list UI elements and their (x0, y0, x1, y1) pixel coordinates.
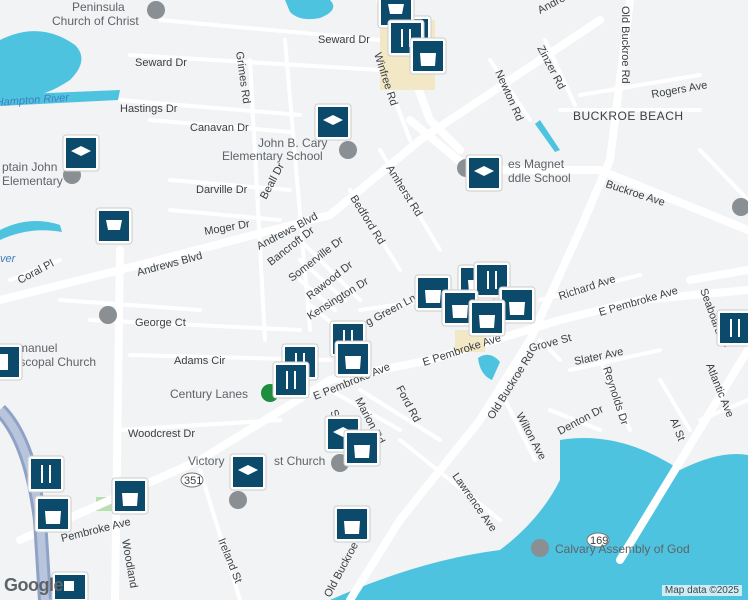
road-label-woodcrest: Woodcrest Dr (128, 428, 195, 440)
road-label-darville: Darville Dr (196, 184, 248, 196)
map-pin-restaurant-icon[interactable] (272, 361, 310, 399)
map-pin-school-icon[interactable] (229, 453, 267, 491)
route-shield-351: 351 (180, 472, 204, 488)
map-attribution: Map data ©2025 (661, 585, 742, 596)
map-pin-shopping-icon[interactable] (409, 37, 447, 75)
place-label-century-lanes: Century Lanes (170, 387, 248, 401)
place-label-peninsula-2: Church of Christ (52, 14, 139, 28)
map-pin-shopping-icon[interactable] (34, 495, 72, 533)
place-label-victory-1: Victory (188, 454, 224, 468)
school-icon-victory (229, 491, 247, 509)
church-icon-peninsula (147, 1, 165, 19)
place-label-jones-magnet-2: ddle School (508, 171, 571, 185)
map-pin-school-icon[interactable] (465, 154, 503, 192)
map-pin-building-icon[interactable] (0, 343, 23, 381)
place-label-john-b-cary-2: Elementary School (222, 149, 323, 163)
map-pin-shopping-icon[interactable] (333, 505, 371, 543)
svg-text:351: 351 (184, 475, 202, 487)
water-label-river-left: ver (0, 253, 17, 265)
map-pin-restaurant-icon[interactable] (27, 455, 65, 493)
road-label-george: George Ct (135, 317, 186, 329)
map-canvas[interactable]: Andrews Blvd Old Buckroe Rd Seward Dr Se… (0, 0, 748, 600)
place-label-captain-john-2: Elementary (2, 174, 63, 188)
map-pin-grocery-icon[interactable] (95, 207, 133, 245)
map-pin-school-icon[interactable] (62, 134, 100, 172)
map-pin-shopping-icon[interactable] (334, 340, 372, 378)
road-label-seward: Seward Dr (318, 34, 370, 46)
place-label-captain-john-1: ptain John (2, 160, 57, 174)
place-label-victory-2: st Church (274, 454, 325, 468)
place-label-calvary: Calvary Assembly of God (555, 542, 690, 556)
map-pin-shopping-icon[interactable] (343, 429, 381, 467)
place-label-jones-magnet-1: es Magnet (508, 157, 565, 171)
area-label-buckroe-beach: BUCKROE BEACH (573, 109, 684, 123)
school-icon-george (99, 306, 117, 324)
map-pin-school-icon[interactable] (314, 103, 352, 141)
road-label-hastings: Hastings Dr (120, 103, 178, 115)
road-label-canavan: Canavan Dr (190, 122, 249, 134)
map-pin-shopping-icon[interactable] (468, 299, 506, 337)
road-label-seward-left: Seward Dr (135, 57, 187, 69)
map-pin-shopping-icon[interactable] (111, 477, 149, 515)
road-label-adams: Adams Cir (174, 355, 226, 367)
road-label-old-buckroe-top: Old Buckroe Rd (619, 6, 631, 84)
map-pin-restaurant-icon[interactable] (716, 309, 748, 347)
school-icon-john-b-cary (339, 141, 357, 159)
place-label-peninsula-1: Peninsula (72, 0, 125, 14)
church-icon-calvary (531, 539, 549, 557)
google-logo: Google (4, 575, 64, 595)
